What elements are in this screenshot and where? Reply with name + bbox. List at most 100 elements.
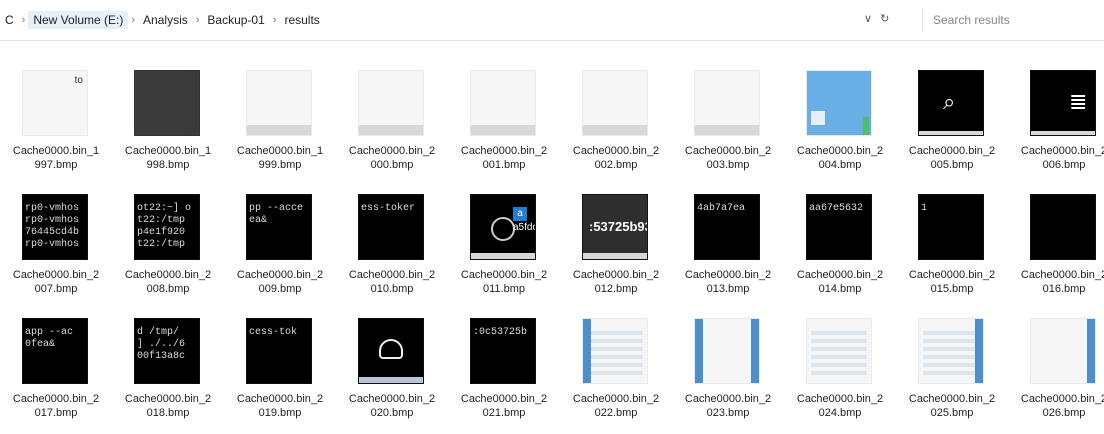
breadcrumb-item-results[interactable]: results: [279, 11, 324, 29]
file-name-line1: Cache0000.bin_2: [124, 269, 212, 281]
file-name-line2: 008.bmp: [146, 283, 190, 295]
file-name[interactable]: Cache0000.bin_2 016.bmp: [1008, 268, 1104, 296]
chevron-down-icon[interactable]: ∨: [864, 12, 872, 25]
file-name[interactable]: Cache0000.bin_1 998.bmp: [112, 144, 224, 172]
file-name[interactable]: Cache0000.bin_2 021.bmp: [448, 392, 560, 420]
file-item[interactable]: aa67e5632 Cache0000.bin_2 014.bmp: [784, 184, 896, 308]
file-item[interactable]: 4ab7a7ea Cache0000.bin_2 013.bmp: [672, 184, 784, 308]
file-thumbnail: ⌕: [918, 70, 984, 136]
address-controls: ∨ ↻: [864, 12, 889, 25]
file-item[interactable]: ⌕ Cache0000.bin_2 005.bmp: [896, 60, 1008, 184]
file-name-line2: 001.bmp: [482, 159, 526, 171]
file-name-line2: 999.bmp: [258, 159, 302, 171]
file-name-line1: Cache0000.bin_2: [1020, 393, 1104, 405]
file-name[interactable]: Cache0000.bin_2 015.bmp: [896, 268, 1008, 296]
file-item[interactable]: Cache0000.bin_2 024.bmp: [784, 308, 896, 432]
file-name-line2: 022.bmp: [594, 407, 638, 419]
refresh-icon[interactable]: ↻: [880, 12, 889, 25]
file-item[interactable]: Cache0000.bin_2 002.bmp: [560, 60, 672, 184]
file-name[interactable]: Cache0000.bin_2 017.bmp: [0, 392, 112, 420]
file-name-line2: 007.bmp: [34, 283, 78, 295]
file-name[interactable]: Cache0000.bin_2 024.bmp: [784, 392, 896, 420]
file-name[interactable]: Cache0000.bin_2 002.bmp: [560, 144, 672, 172]
file-name-line2: 003.bmp: [706, 159, 750, 171]
file-thumbnail: ≣: [1030, 70, 1096, 136]
file-name[interactable]: Cache0000.bin_2 008.bmp: [112, 268, 224, 296]
file-name[interactable]: Cache0000.bin_2 011.bmp: [448, 268, 560, 296]
file-name[interactable]: Cache0000.bin_2 018.bmp: [112, 392, 224, 420]
breadcrumb-item-backup[interactable]: Backup-01: [202, 11, 269, 29]
file-name[interactable]: Cache0000.bin_2 019.bmp: [224, 392, 336, 420]
file-thumbnail: rp0-vmhos rp0-vmhos 76445cd4b rp0-vmhos: [22, 194, 88, 260]
file-name[interactable]: Cache0000.bin_2 022.bmp: [560, 392, 672, 420]
file-name[interactable]: Cache0000.bin_2 010.bmp: [336, 268, 448, 296]
file-name[interactable]: Cache0000.bin_2 004.bmp: [784, 144, 896, 172]
search-input[interactable]: Search results: [922, 8, 1104, 32]
file-item[interactable]: :0c53725b Cache0000.bin_2 021.bmp: [448, 308, 560, 432]
file-name-line2: 002.bmp: [594, 159, 638, 171]
file-thumbnail: a a5fdc0c: [470, 194, 536, 260]
file-item[interactable]: Cache0000.bin_1 998.bmp: [112, 60, 224, 184]
file-item[interactable]: Cache0000.bin_1 999.bmp: [224, 60, 336, 184]
file-item[interactable]: Cache0000.bin_2 025.bmp: [896, 308, 1008, 432]
file-item[interactable]: ≣ Cache0000.bin_2 006.bmp: [1008, 60, 1104, 184]
file-name[interactable]: Cache0000.bin_2 013.bmp: [672, 268, 784, 296]
file-name[interactable]: Cache0000.bin_2 006.bmp: [1008, 144, 1104, 172]
file-item[interactable]: Cache0000.bin_2 003.bmp: [672, 60, 784, 184]
thumbnail-text: to: [74, 75, 83, 86]
file-item[interactable]: cess-tok Cache0000.bin_2 019.bmp: [224, 308, 336, 432]
breadcrumb-item-analysis[interactable]: Analysis: [138, 11, 193, 29]
breadcrumb-separator: ›: [195, 14, 200, 26]
thumbnail-text: 4ab7a7ea: [697, 203, 746, 214]
file-name[interactable]: Cache0000.bin_2 001.bmp: [448, 144, 560, 172]
file-thumbnail: [806, 318, 872, 384]
breadcrumb-item-new-volume[interactable]: New Volume (E:): [28, 11, 129, 29]
file-name[interactable]: Cache0000.bin_2 014.bmp: [784, 268, 896, 296]
file-item[interactable]: Cache0000.bin_2 000.bmp: [336, 60, 448, 184]
file-name[interactable]: Cache0000.bin_2 009.bmp: [224, 268, 336, 296]
breadcrumb-separator: ›: [272, 14, 277, 26]
file-item[interactable]: Cache0000.bin_2 001.bmp: [448, 60, 560, 184]
file-name[interactable]: Cache0000.bin_1 997.bmp: [0, 144, 112, 172]
file-item[interactable]: :53725b93 Cache0000.bin_2 012.bmp: [560, 184, 672, 308]
file-name[interactable]: Cache0000.bin_2 003.bmp: [672, 144, 784, 172]
file-name-line2: 004.bmp: [818, 159, 862, 171]
file-item[interactable]: app --ac 0fea& Cache0000.bin_2 017.bmp: [0, 308, 112, 432]
file-item[interactable]: Cache0000.bin_2 016.bmp: [1008, 184, 1104, 308]
file-name-line1: Cache0000.bin_2: [236, 269, 324, 281]
file-item[interactable]: 1 Cache0000.bin_2 015.bmp: [896, 184, 1008, 308]
file-name-line2: 997.bmp: [34, 159, 78, 171]
file-name[interactable]: Cache0000.bin_2 005.bmp: [896, 144, 1008, 172]
file-item[interactable]: ess-toker Cache0000.bin_2 010.bmp: [336, 184, 448, 308]
file-item[interactable]: ot22:~] o t22:/tmp p4e1f920 t22:/tmp Cach…: [112, 184, 224, 308]
file-name[interactable]: Cache0000.bin_2 012.bmp: [560, 268, 672, 296]
file-name[interactable]: Cache0000.bin_1 999.bmp: [224, 144, 336, 172]
file-name[interactable]: Cache0000.bin_2 000.bmp: [336, 144, 448, 172]
file-name-line1: Cache0000.bin_2: [1020, 269, 1104, 281]
breadcrumb-item-c[interactable]: C: [0, 11, 19, 29]
file-item[interactable]: Cache0000.bin_2 026.bmp: [1008, 308, 1104, 432]
file-thumbnail: [1030, 318, 1096, 384]
file-item[interactable]: to Cache0000.bin_1 997.bmp: [0, 60, 112, 184]
file-item[interactable]: a a5fdc0c Cache0000.bin_2 011.bmp: [448, 184, 560, 308]
file-item[interactable]: d /tmp/ ] ./../6 00f13a8c Cache0000.bin_2…: [112, 308, 224, 432]
file-name-line1: Cache0000.bin_2: [572, 269, 660, 281]
file-name-line2: 013.bmp: [706, 283, 750, 295]
file-name[interactable]: Cache0000.bin_2 026.bmp: [1008, 392, 1104, 420]
file-item[interactable]: Cache0000.bin_2 023.bmp: [672, 308, 784, 432]
file-item[interactable]: pp --acce ea& Cache0000.bin_2 009.bmp: [224, 184, 336, 308]
file-item[interactable]: Cache0000.bin_2 022.bmp: [560, 308, 672, 432]
file-thumbnail: :0c53725b: [470, 318, 536, 384]
file-name[interactable]: Cache0000.bin_2 023.bmp: [672, 392, 784, 420]
file-name-line2: 011.bmp: [483, 283, 525, 295]
file-name[interactable]: Cache0000.bin_2 007.bmp: [0, 268, 112, 296]
file-item[interactable]: Cache0000.bin_2 020.bmp: [336, 308, 448, 432]
gauge-icon: [379, 339, 403, 359]
file-item[interactable]: rp0-vmhos rp0-vmhos 76445cd4b rp0-vmhos C…: [0, 184, 112, 308]
file-item[interactable]: Cache0000.bin_2 004.bmp: [784, 60, 896, 184]
file-name[interactable]: Cache0000.bin_2 020.bmp: [336, 392, 448, 420]
file-thumbnail: aa67e5632: [806, 194, 872, 260]
file-name[interactable]: Cache0000.bin_2 025.bmp: [896, 392, 1008, 420]
file-thumbnail: [470, 70, 536, 136]
breadcrumb[interactable]: C › New Volume (E:) › Analysis › Backup-…: [0, 8, 914, 32]
